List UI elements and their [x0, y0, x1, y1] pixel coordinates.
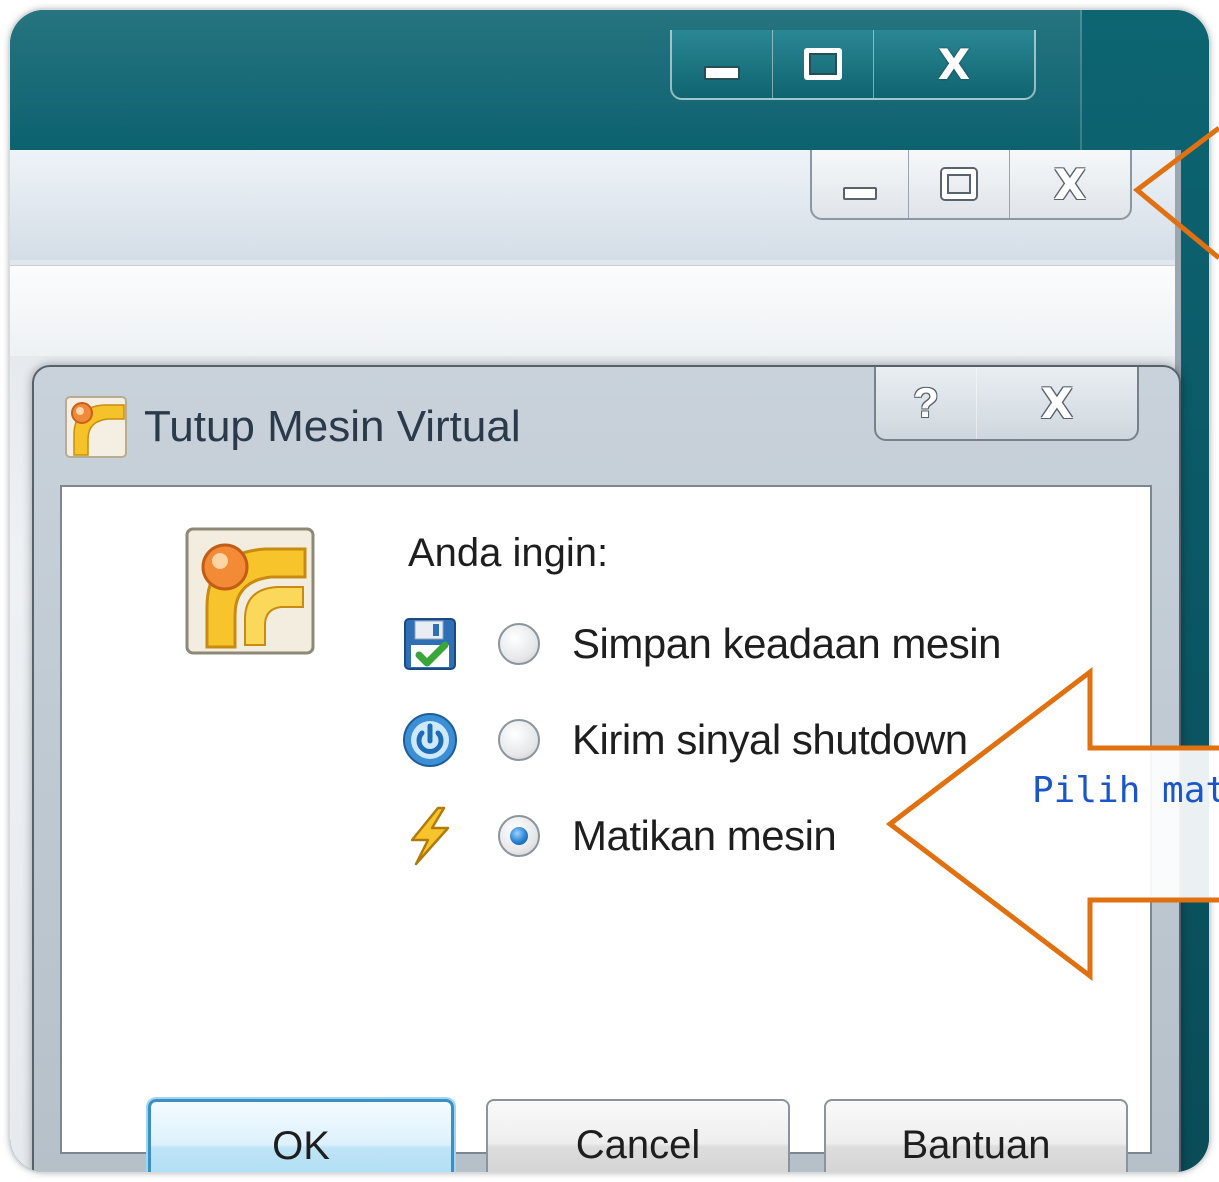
radio-save-state[interactable]	[498, 623, 540, 665]
cancel-button[interactable]: Cancel	[486, 1099, 790, 1172]
maximize-icon	[942, 169, 976, 199]
floppy-save-icon	[402, 616, 458, 672]
radio-power-off[interactable]	[498, 815, 540, 857]
background-minimize-button[interactable]	[672, 30, 773, 98]
radio-send-shutdown[interactable]	[498, 719, 540, 761]
background-window-caption-buttons: X	[670, 30, 1036, 100]
dialog-caption-buttons: ? X	[874, 367, 1139, 441]
minimize-icon	[704, 66, 740, 80]
minimize-icon	[843, 187, 877, 200]
background-close-button[interactable]: X	[874, 30, 1034, 98]
option-power-off[interactable]: Matikan mesin	[402, 801, 836, 871]
close-icon: X	[1041, 379, 1073, 428]
option-label: Matikan mesin	[572, 812, 836, 860]
virtualbox-logo-icon	[64, 395, 128, 459]
option-label: Kirim sinyal shutdown	[572, 716, 968, 764]
dialog-help-button[interactable]: ?	[876, 367, 977, 439]
lightning-icon	[402, 808, 458, 864]
dialog-content: Anda ingin: Simpan keadaan mesin	[60, 485, 1152, 1154]
power-icon	[402, 712, 458, 768]
virtualbox-close-button[interactable]: X	[1010, 150, 1130, 218]
virtualbox-maximize-button[interactable]	[909, 150, 1010, 218]
screenshot-frame: X X Tutup Mesin Virtual ? X	[10, 10, 1209, 1172]
virtualbox-minimize-button[interactable]	[812, 150, 909, 218]
option-send-shutdown[interactable]: Kirim sinyal shutdown	[402, 705, 968, 775]
dialog-titlebar: Tutup Mesin Virtual	[64, 387, 521, 467]
maximize-icon	[804, 48, 842, 80]
virtualbox-logo-icon	[185, 527, 315, 655]
option-label: Simpan keadaan mesin	[572, 620, 1001, 668]
close-icon: X	[1054, 160, 1086, 209]
help-icon: ?	[913, 379, 939, 427]
dialog-title: Tutup Mesin Virtual	[144, 402, 521, 452]
annotation-text: Pilih mat	[1032, 770, 1219, 811]
virtualbox-window-caption-buttons: X	[810, 150, 1132, 220]
close-vm-dialog: Tutup Mesin Virtual ? X Anda ingin:	[32, 365, 1181, 1172]
option-save-state[interactable]: Simpan keadaan mesin	[402, 609, 1001, 679]
ok-button[interactable]: OK	[148, 1099, 454, 1172]
help-button[interactable]: Bantuan	[824, 1099, 1128, 1172]
dialog-close-button[interactable]: X	[977, 367, 1137, 439]
close-icon: X	[938, 40, 970, 89]
prompt-label: Anda ingin:	[408, 531, 608, 576]
background-maximize-button[interactable]	[773, 30, 874, 98]
virtualbox-menu-band	[10, 265, 1175, 356]
